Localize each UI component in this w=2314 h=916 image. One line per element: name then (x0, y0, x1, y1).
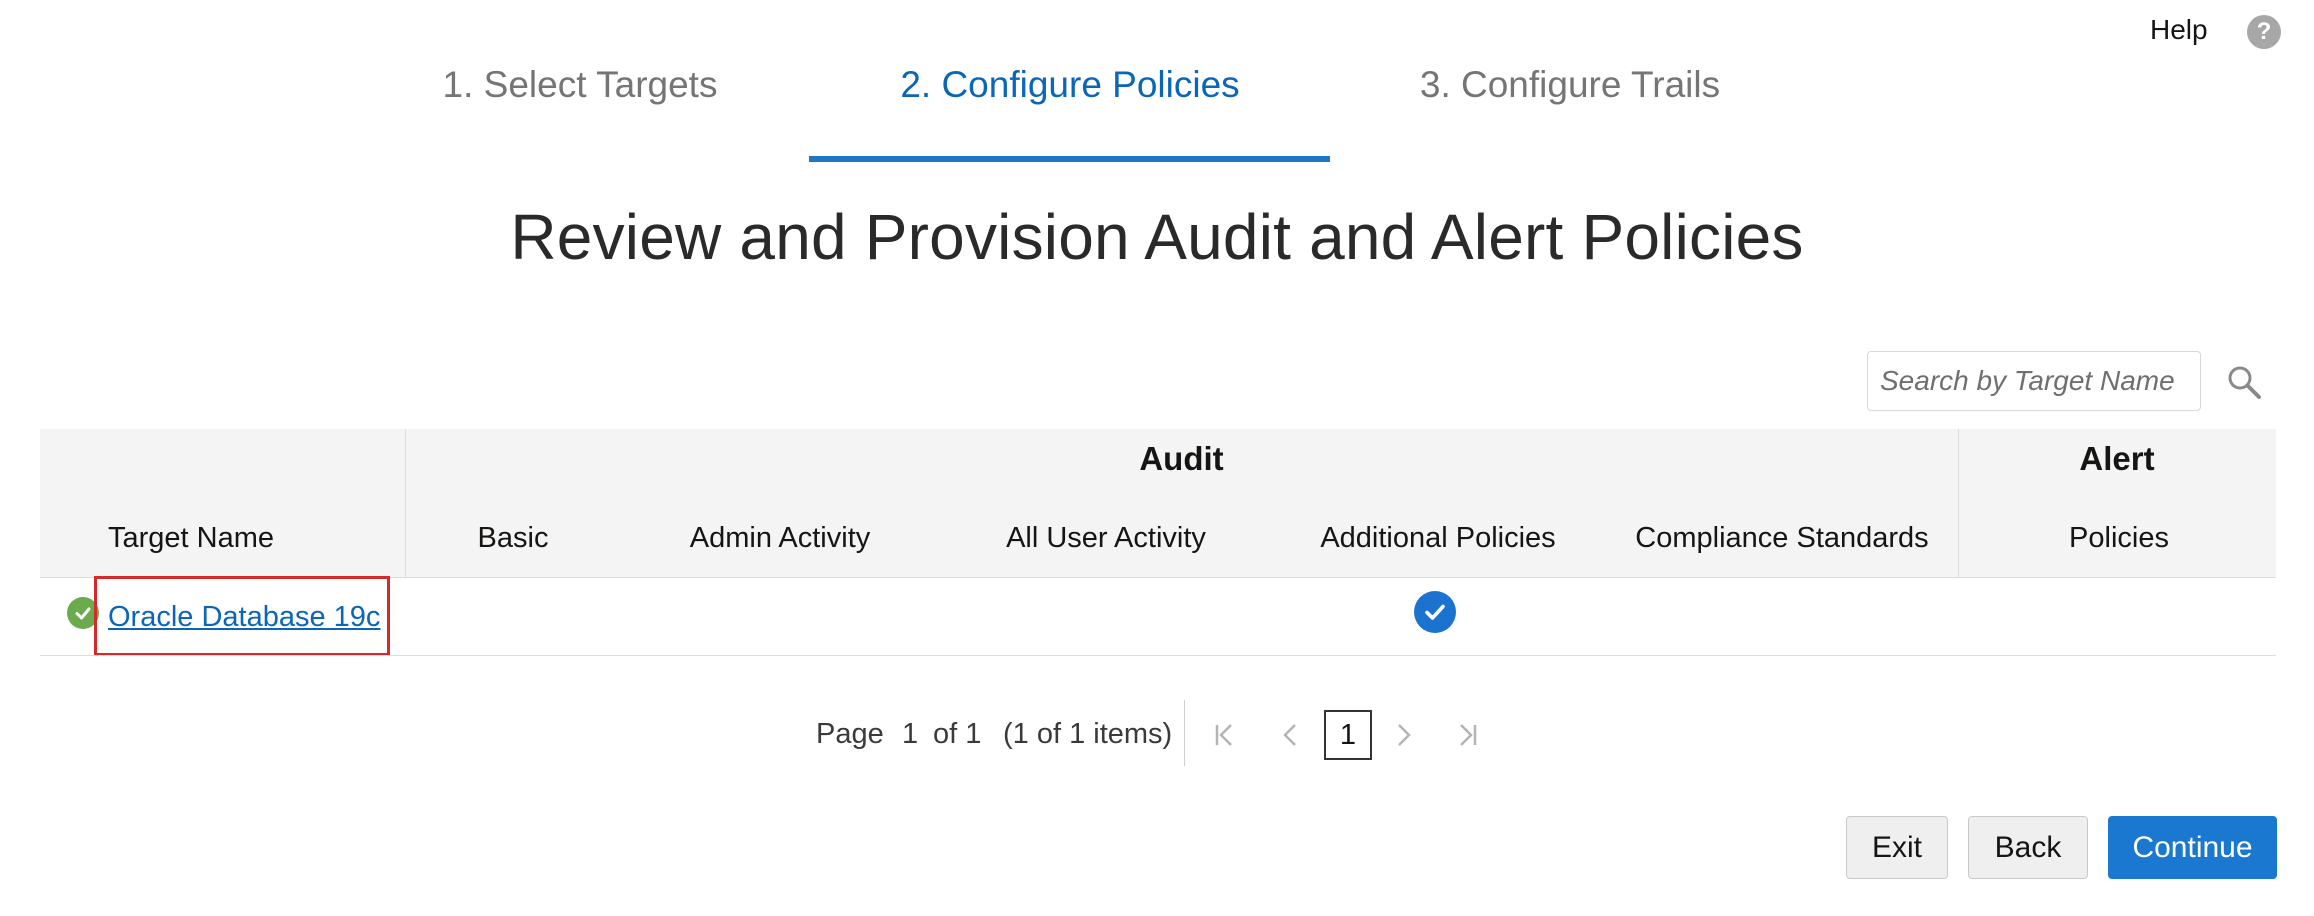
help-link[interactable]: Help (2150, 14, 2208, 46)
search-input[interactable] (1867, 351, 2201, 411)
continue-button[interactable]: Continue (2108, 816, 2277, 879)
additional-policies-check-icon (1414, 591, 1456, 633)
pagination-divider (1184, 700, 1185, 766)
last-page-icon[interactable] (1456, 720, 1478, 750)
highlight-annotation-box (94, 576, 390, 656)
pagination-page-value[interactable]: 1 (902, 718, 918, 751)
train-step-configure-trails[interactable]: 3. Configure Trails (1390, 64, 1750, 106)
first-page-icon[interactable] (1214, 720, 1236, 750)
train-step-select-targets[interactable]: 1. Select Targets (400, 64, 760, 106)
train-step-configure-policies[interactable]: 2. Configure Policies (810, 64, 1330, 106)
table-row-divider (40, 655, 2276, 656)
search-icon[interactable] (2226, 364, 2262, 400)
current-page-button[interactable]: 1 (1324, 710, 1372, 760)
back-button[interactable]: Back (1968, 816, 2088, 879)
exit-button[interactable]: Exit (1846, 816, 1948, 879)
group-header-alert: Alert (2079, 440, 2155, 477)
previous-page-icon[interactable] (1280, 720, 1300, 750)
column-header-compliance-standards[interactable]: Compliance Standards (1620, 522, 1944, 555)
pagination-of-label: of 1 (933, 718, 982, 750)
column-header-basic[interactable]: Basic (413, 522, 613, 555)
pagination-items-label: (1 of 1 items) (1003, 718, 1173, 750)
help-icon[interactable]: ? (2247, 15, 2281, 49)
column-header-admin-activity[interactable]: Admin Activity (640, 522, 920, 555)
column-header-all-user-activity[interactable]: All User Activity (966, 522, 1246, 555)
group-header-audit: Audit (1139, 440, 1224, 477)
column-header-policies[interactable]: Policies (1958, 522, 2280, 555)
pagination-page-label: Page (816, 718, 884, 750)
column-header-additional-policies[interactable]: Additional Policies (1290, 522, 1586, 555)
page-title: Review and Provision Audit and Alert Pol… (510, 201, 1804, 273)
next-page-icon[interactable] (1394, 720, 1414, 750)
column-header-target-name[interactable]: Target Name (108, 522, 274, 555)
active-step-indicator (809, 156, 1330, 162)
